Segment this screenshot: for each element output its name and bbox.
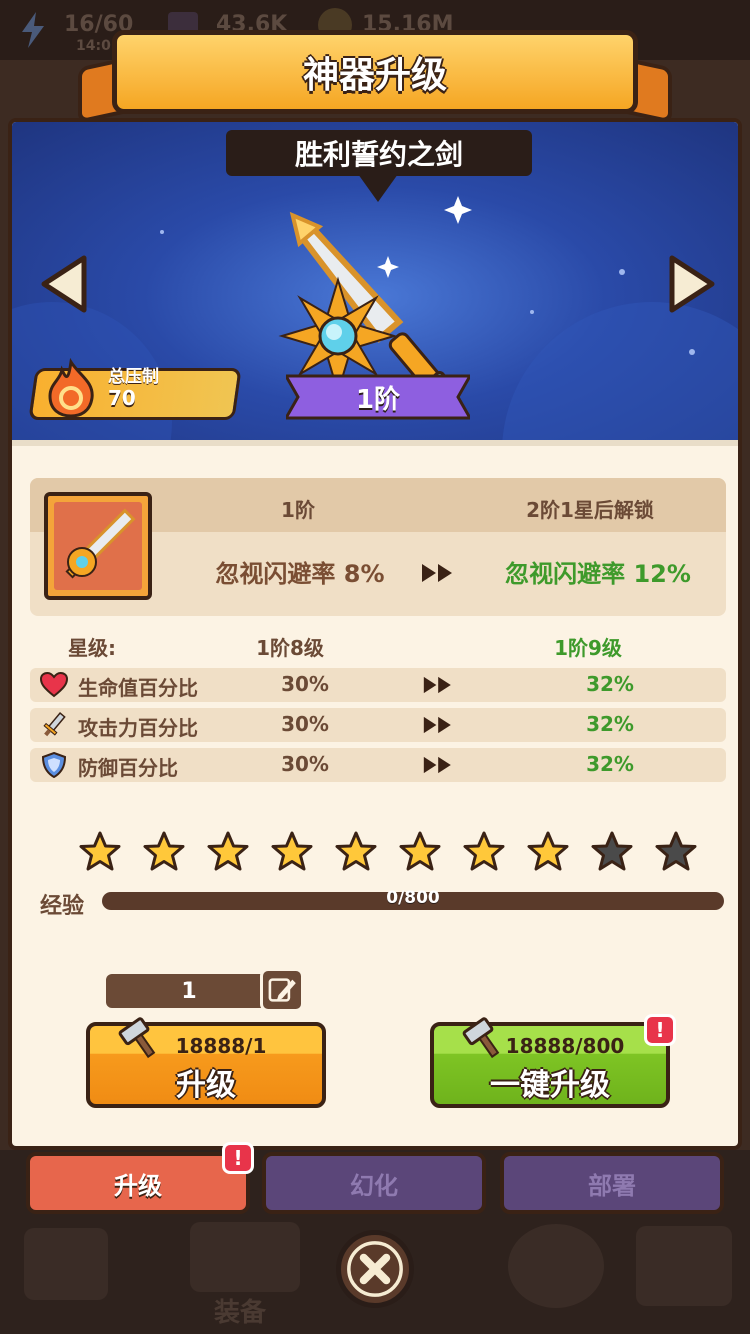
quantity-field[interactable]: 1	[106, 974, 272, 1008]
stat-name: 攻击力百分比	[78, 716, 198, 740]
one-click-label: 一键升级	[490, 1068, 610, 1103]
page-title: 神器升级	[302, 55, 447, 96]
scene-divider	[12, 440, 738, 446]
stat-current: 30%	[281, 712, 329, 736]
one-click-cost: 18888/800	[505, 1034, 625, 1058]
tab-alert-badge: !	[222, 1142, 254, 1174]
star-rating	[78, 830, 698, 876]
close-icon[interactable]	[336, 1230, 414, 1308]
exp-text: 0/800	[386, 888, 440, 908]
star-filled-icon	[399, 831, 441, 871]
artifact-name-box: 胜利誓约之剑	[226, 130, 532, 176]
star-level-next: 1阶9级	[554, 636, 622, 660]
stat-name: 生命值百分比	[78, 676, 198, 700]
stat-next: 32%	[586, 752, 634, 776]
tab-deploy[interactable]: 部署	[500, 1152, 724, 1214]
suppress-label: 总压制	[108, 367, 159, 387]
edit-icon[interactable]	[260, 968, 304, 1012]
next-tier-label: 2阶1星后解锁	[526, 498, 654, 522]
suppress-value: 70	[108, 386, 136, 410]
exp-label: 经验	[40, 894, 85, 919]
flame-icon	[48, 358, 94, 418]
artifact-name: 胜利誓约之剑	[294, 138, 463, 171]
title-plate: 神器升级	[112, 30, 638, 114]
next-arrow-icon[interactable]	[666, 254, 718, 314]
next-effect: 忽视闪避率 12%	[505, 560, 691, 588]
star-filled-icon	[207, 831, 249, 871]
artifact-thumbnail	[44, 492, 152, 600]
star-filled-icon	[527, 831, 569, 871]
one-click-upgrade-button[interactable]: 18888/800 一键升级	[430, 1017, 670, 1108]
shop-icon[interactable]	[24, 1228, 108, 1300]
star-level-label: 星级:	[68, 636, 116, 660]
stat-name: 防御百分比	[78, 756, 178, 780]
stat-next: 32%	[586, 672, 634, 696]
star-filled-icon	[271, 831, 313, 871]
effect-card: 1阶 2阶1星后解锁 忽视闪避率 8% 忽视闪避率 12%	[30, 478, 726, 616]
stat-next: 32%	[586, 712, 634, 736]
tier-label: 1阶	[355, 384, 401, 415]
energy-icon	[22, 12, 44, 48]
double-arrow-icon	[423, 676, 451, 694]
sword-icon	[43, 712, 66, 737]
star-filled-icon	[79, 831, 121, 871]
star-level-current: 1阶8级	[256, 636, 324, 660]
star-empty-icon	[591, 831, 633, 871]
chest-icon[interactable]	[636, 1226, 732, 1306]
stat-row-atk: 攻击力百分比 30% 32%	[30, 708, 726, 742]
stat-row-hp: 生命值百分比 30% 32%	[30, 668, 726, 702]
upgrade-button[interactable]: 18888/1 升级	[86, 1017, 326, 1108]
equip-nav-label: 装备	[214, 1298, 267, 1328]
tab-upgrade[interactable]: 升级	[26, 1152, 250, 1214]
title-banner: 神器升级	[78, 30, 672, 124]
shield-icon	[41, 752, 67, 778]
prev-arrow-icon[interactable]	[38, 254, 90, 314]
star-empty-icon	[655, 831, 697, 871]
heart-icon	[40, 672, 68, 698]
sword-thumb-icon	[65, 508, 136, 579]
star-filled-icon	[463, 831, 505, 871]
current-tier-label: 1阶	[281, 498, 315, 522]
double-arrow-icon	[422, 564, 452, 582]
star-filled-icon	[143, 831, 185, 871]
double-arrow-icon	[423, 716, 451, 734]
current-effect: 忽视闪避率 8%	[215, 560, 385, 588]
stat-row-def: 防御百分比 30% 32%	[30, 748, 726, 782]
upgrade-cost: 18888/1	[175, 1034, 267, 1058]
star-filled-icon	[335, 831, 377, 871]
main-panel: 胜利誓约之剑 1阶 总压制 70 1阶 2阶1星后解锁 忽视闪避率 8% 忽视闪…	[8, 118, 742, 1150]
equip-nav-icon[interactable]	[190, 1222, 300, 1292]
double-arrow-icon	[423, 756, 451, 774]
upgrade-label: 升级	[176, 1068, 236, 1103]
stat-current: 30%	[281, 752, 329, 776]
stat-current: 30%	[281, 672, 329, 696]
tab-illusion[interactable]: 幻化	[262, 1152, 486, 1214]
upgrade-nav-icon[interactable]	[508, 1224, 604, 1308]
alert-badge: !	[644, 1014, 676, 1046]
